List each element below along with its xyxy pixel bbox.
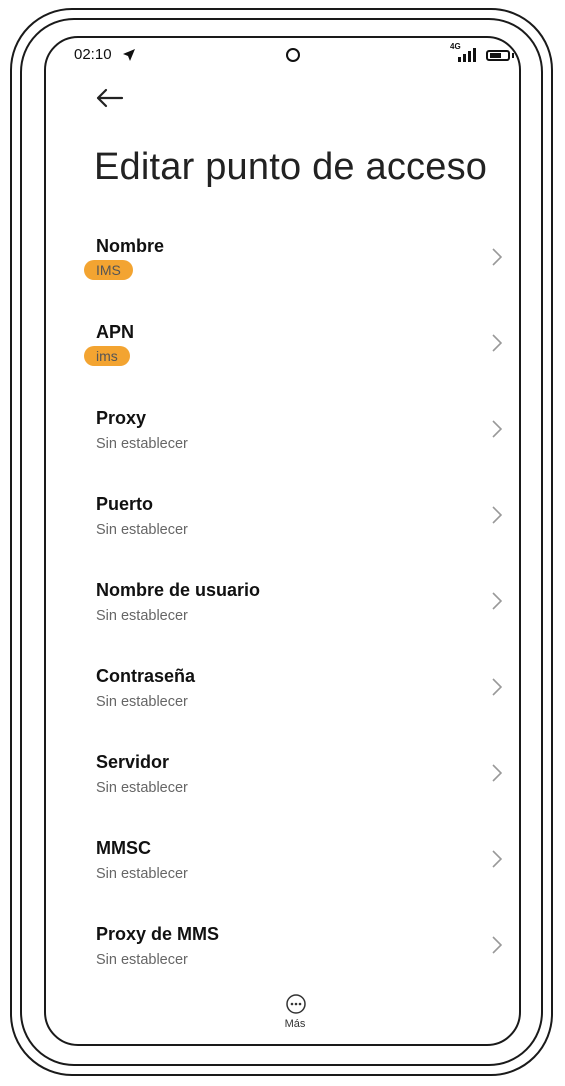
more-dots-icon [286, 994, 306, 1014]
setting-label: MMSC [96, 838, 151, 858]
battery-tip [512, 53, 514, 58]
chevron-right-icon [492, 420, 502, 438]
chevron-right-icon [492, 506, 502, 524]
setting-label: Servidor [96, 752, 170, 772]
chevron-right-icon [492, 764, 502, 782]
setting-contrasena[interactable]: Contraseña Sin establecer [46, 666, 519, 746]
setting-value: Sin establecer [96, 780, 188, 796]
setting-proxy[interactable]: Proxy Sin establecer [46, 408, 519, 488]
chevron-right-icon [492, 334, 502, 352]
setting-value: Sin establecer [96, 436, 188, 452]
setting-servidor[interactable]: Servidor Sin establecer [46, 752, 519, 832]
phone-screen: 02:10 4G Editar punto de acceso Nombre I… [44, 36, 521, 1046]
setting-label: Proxy [96, 408, 147, 428]
setting-value: Sin establecer [96, 522, 188, 538]
status-time: 02:10 [74, 46, 112, 63]
setting-value: ims [84, 346, 130, 366]
more-button[interactable]: Más [278, 994, 312, 1034]
chevron-right-icon [492, 678, 502, 696]
setting-label: Contraseña [96, 666, 196, 686]
chevron-right-icon [492, 592, 502, 610]
setting-proxy-de-mms[interactable]: Proxy de MMS Sin establecer [46, 924, 519, 1004]
setting-label: APN [96, 322, 135, 342]
setting-nombre[interactable]: Nombre IMS [46, 236, 519, 316]
setting-label: Proxy de MMS [96, 924, 220, 944]
setting-label: Nombre de usuario [96, 580, 261, 600]
page-title: Editar punto de acceso [94, 146, 488, 188]
setting-value: Sin establecer [96, 952, 188, 968]
location-arrow-icon [123, 49, 135, 61]
setting-value: Sin establecer [96, 866, 188, 882]
setting-puerto[interactable]: Puerto Sin establecer [46, 494, 519, 574]
setting-value: IMS [84, 260, 133, 280]
setting-mmsc[interactable]: MMSC Sin establecer [46, 838, 519, 918]
more-label: Más [284, 1018, 306, 1030]
setting-label: Nombre [96, 236, 165, 256]
chevron-right-icon [492, 248, 502, 266]
setting-nombre-de-usuario[interactable]: Nombre de usuario Sin establecer [46, 580, 519, 660]
chevron-right-icon [492, 850, 502, 868]
setting-value: Sin establecer [96, 694, 188, 710]
chevron-right-icon [492, 936, 502, 954]
camera-icon [286, 48, 300, 62]
setting-apn[interactable]: APN ims [46, 322, 519, 402]
setting-value: Sin establecer [96, 608, 188, 624]
setting-label: Puerto [96, 494, 154, 514]
signal-icon: 4G [450, 42, 480, 64]
battery-icon [486, 50, 510, 61]
arrow-left-icon[interactable] [92, 84, 128, 112]
